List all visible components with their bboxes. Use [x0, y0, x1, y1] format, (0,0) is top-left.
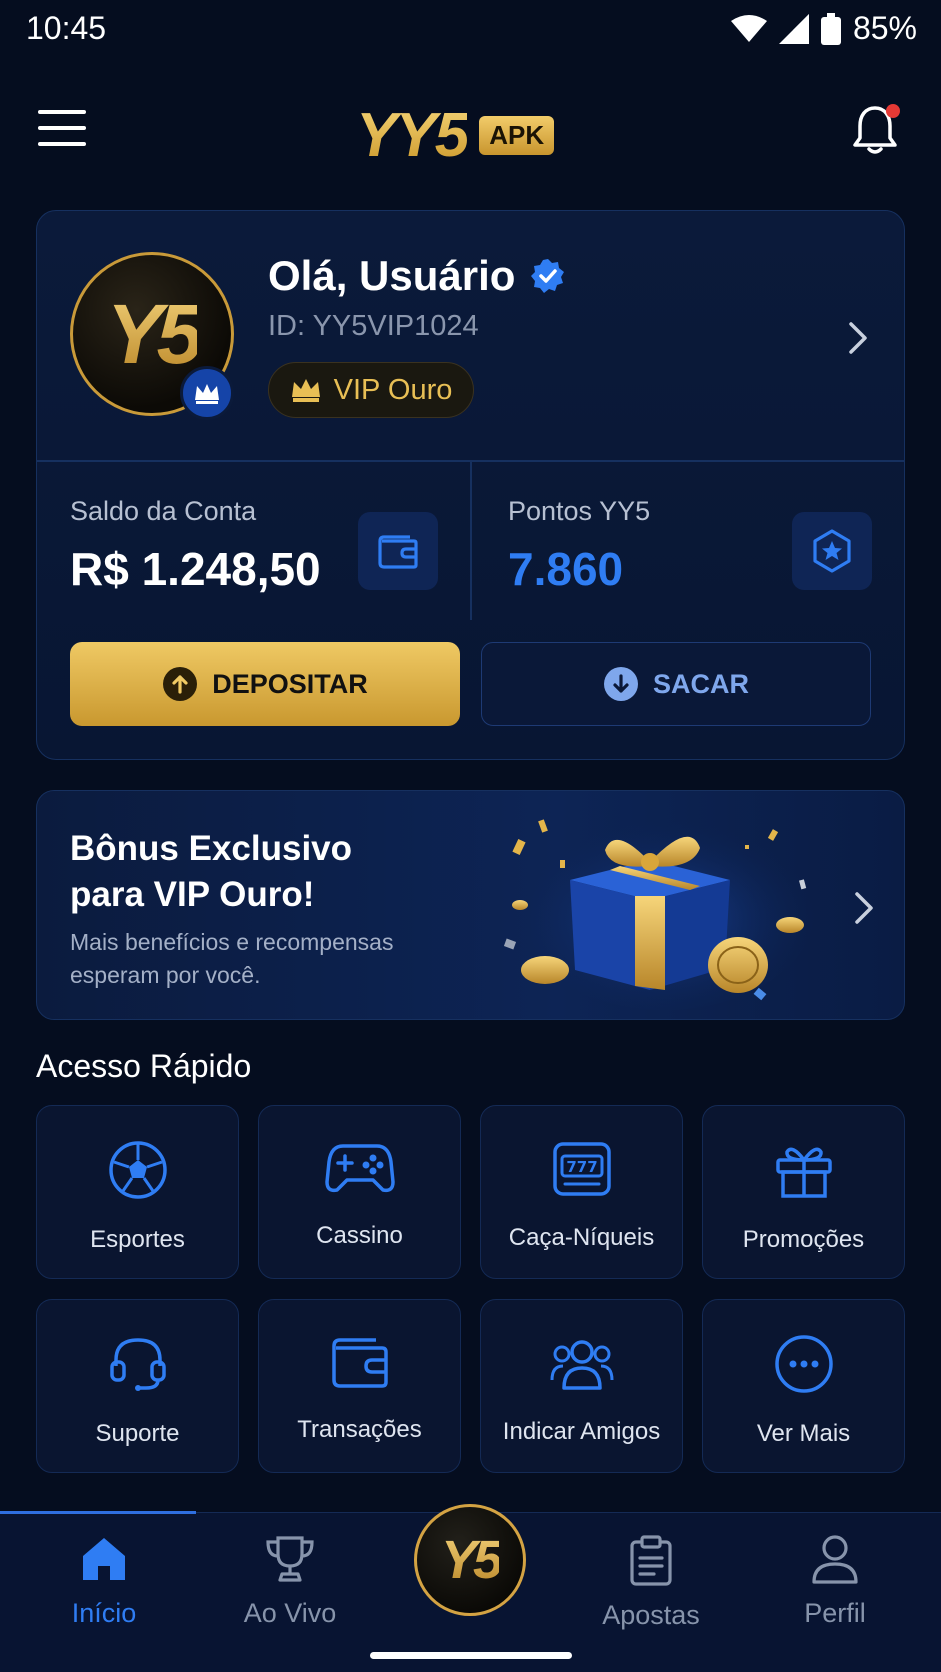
quick-item-label: Caça-Níqueis — [508, 1224, 655, 1251]
gamepad-icon — [324, 1144, 395, 1193]
withdraw-label: SACAR — [652, 668, 749, 699]
quick-item-label: Cassino — [316, 1222, 403, 1249]
balance-label: Saldo da Conta — [70, 496, 257, 526]
nav-center-logo: Y5 — [440, 1530, 503, 1590]
nav-label: Ao Vivo — [243, 1598, 337, 1628]
wifi-icon — [730, 14, 767, 42]
chevron-right-icon — [855, 892, 873, 924]
nav-label: Apostas — [602, 1600, 700, 1630]
chevron-right-icon — [849, 322, 867, 354]
headset-icon — [109, 1338, 166, 1391]
battery-percent: 85% — [852, 10, 917, 46]
nav-label: Início — [71, 1598, 137, 1628]
user-id: ID: YY5VIP1024 — [268, 310, 479, 342]
quick-item-ver-mais[interactable]: Ver Mais — [702, 1299, 905, 1473]
soccer-ball-icon — [108, 1141, 167, 1199]
status-time: 10:45 — [26, 10, 107, 46]
quick-item-transacoes[interactable]: Transações — [258, 1299, 461, 1473]
quick-item-label: Esportes — [90, 1226, 185, 1253]
deposit-label: DEPOSITAR — [212, 668, 368, 699]
quick-access-title: Acesso Rápido — [36, 1048, 252, 1084]
menu-line — [38, 110, 86, 114]
crown-badge — [180, 366, 234, 420]
nav-active-indicator — [0, 1511, 196, 1514]
svg-text:777: 777 — [566, 1158, 597, 1176]
quick-item-label: Promoções — [742, 1226, 865, 1253]
balance-value: R$ 1.248,50 — [70, 543, 321, 595]
app-logo: YY5 APK — [356, 100, 555, 171]
nav-inicio[interactable]: Início — [29, 1534, 179, 1629]
greeting: Olá, Usuário — [268, 252, 567, 300]
banner-title: Bônus Exclusivo para VIP Ouro! — [70, 829, 353, 914]
greeting-text: Olá, Usuário — [268, 252, 516, 299]
withdraw-button[interactable]: SACAR — [481, 642, 871, 726]
notification-dot — [886, 104, 900, 118]
quick-item-caca-niqueis[interactable]: 777 Caça-Níqueis — [480, 1105, 683, 1279]
verified-icon — [531, 259, 565, 293]
wallet-icon — [378, 535, 418, 569]
points-label: Pontos YY5 — [508, 496, 651, 526]
vip-level: VIP Ouro — [333, 373, 453, 406]
points-value: 7.860 — [508, 543, 624, 595]
arrow-up-circle-icon — [163, 667, 198, 701]
notifications-button[interactable] — [852, 104, 900, 156]
quick-item-label: Indicar Amigos — [502, 1418, 661, 1445]
quick-item-cassino[interactable]: Cassino — [258, 1105, 461, 1279]
vip-badge: VIP Ouro — [268, 362, 474, 418]
home-indicator[interactable] — [370, 1652, 572, 1659]
quick-item-indicar-amigos[interactable]: Indicar Amigos — [480, 1299, 683, 1473]
slot-machine-icon: 777 — [552, 1142, 611, 1196]
star-badge-icon — [813, 529, 851, 573]
trophy-icon — [266, 1536, 314, 1582]
crown-icon — [291, 379, 320, 402]
nav-apostas[interactable]: Apostas — [576, 1534, 726, 1631]
clipboard-icon — [630, 1535, 672, 1586]
menu-line — [38, 142, 86, 146]
profile-chevron-button[interactable] — [846, 320, 870, 361]
card-divider — [470, 460, 472, 620]
banner-chevron-button[interactable] — [852, 890, 876, 931]
quick-item-suporte[interactable]: Suporte — [36, 1299, 239, 1473]
nav-label: Perfil — [804, 1598, 866, 1628]
nav-center-logo-button[interactable]: Y5 — [414, 1504, 526, 1616]
user-icon — [812, 1535, 858, 1584]
quick-item-promocoes[interactable]: Promoções — [702, 1105, 905, 1279]
more-icon — [774, 1335, 833, 1393]
banner-subtitle: Mais benefícios e recompensas esperam po… — [70, 929, 394, 988]
status-icons: 85% — [730, 10, 917, 47]
signal-icon — [778, 13, 809, 44]
nav-perfil[interactable]: Perfil — [760, 1534, 910, 1629]
deposit-button[interactable]: DEPOSITAR — [70, 642, 460, 726]
arrow-down-circle-icon — [603, 667, 638, 701]
quick-item-esportes[interactable]: Esportes — [36, 1105, 239, 1279]
gift-box-illustration — [503, 810, 815, 1010]
menu-line — [38, 126, 86, 130]
points-button[interactable] — [792, 512, 872, 590]
gift-icon — [775, 1147, 832, 1198]
quick-item-label: Transações — [297, 1416, 422, 1443]
quick-item-label: Ver Mais — [756, 1420, 851, 1447]
logo-badge: APK — [479, 116, 555, 155]
crown-icon — [195, 384, 219, 404]
avatar-logo: Y5 — [106, 286, 204, 381]
quick-item-label: Suporte — [95, 1420, 180, 1447]
logo-text: YY5 — [356, 101, 469, 170]
home-icon — [83, 1538, 125, 1580]
battery-icon — [820, 12, 841, 45]
users-icon — [550, 1340, 613, 1390]
wallet-icon — [331, 1338, 388, 1388]
menu-button[interactable] — [38, 110, 86, 146]
nav-ao-vivo[interactable]: Ao Vivo — [215, 1534, 365, 1629]
wallet-button[interactable] — [358, 512, 438, 590]
